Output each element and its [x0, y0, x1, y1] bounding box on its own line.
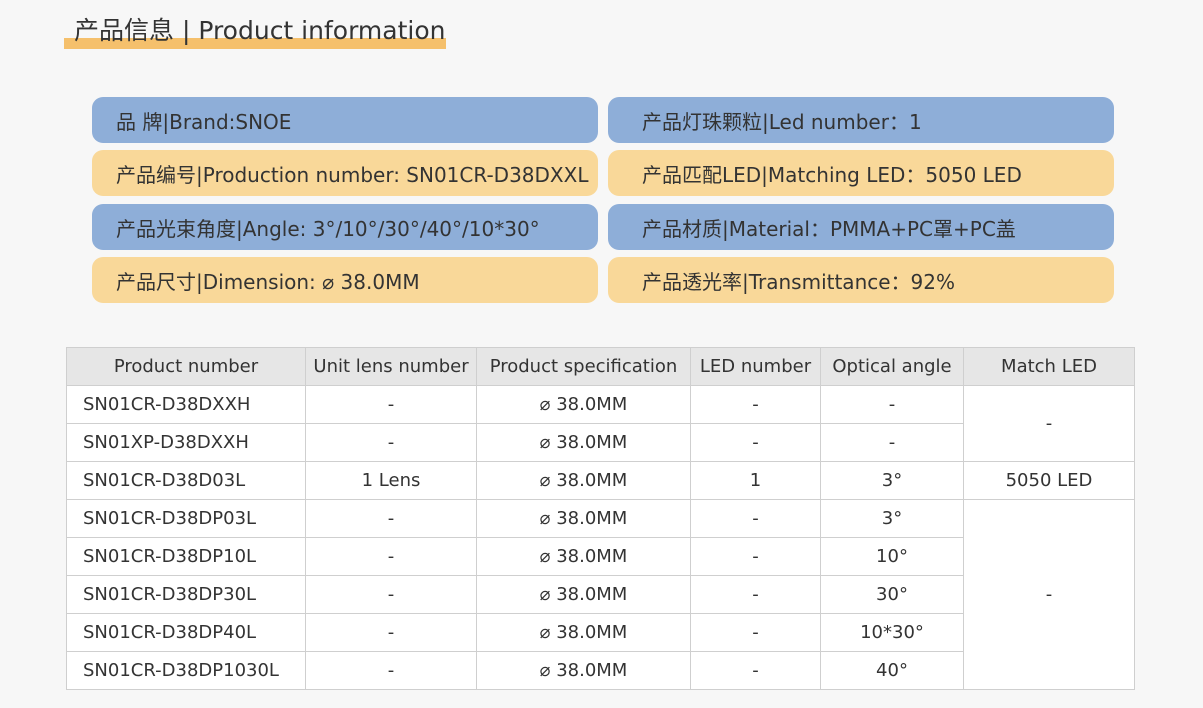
cell-specification: ⌀ 38.0MM	[476, 537, 691, 576]
cell-product-number: SN01CR-D38DXXH	[66, 385, 306, 424]
page-title: 产品信息 | Product information	[74, 16, 446, 45]
col-header-product-specification: Product specification	[476, 347, 691, 386]
col-header-optical-angle: Optical angle	[820, 347, 964, 386]
product-spec-table: Product number Unit lens number Product …	[66, 347, 1135, 690]
col-header-unit-lens-number: Unit lens number	[305, 347, 477, 386]
cell-specification: ⌀ 38.0MM	[476, 461, 691, 500]
cell-product-number: SN01XP-D38DXXH	[66, 423, 306, 462]
cell-led-number: -	[690, 385, 821, 424]
info-matching-led: 产品匹配LED|Matching LED：5050 LED	[608, 150, 1114, 196]
cell-led-number: -	[690, 499, 821, 538]
cell-optical-angle: 3°	[820, 499, 964, 538]
cell-specification: ⌀ 38.0MM	[476, 613, 691, 652]
cell-match-led: -	[963, 385, 1135, 462]
cell-unit-lens: -	[305, 499, 477, 538]
cell-led-number: -	[690, 423, 821, 462]
info-production-number: 产品编号|Production number: SN01CR-D38DXXL	[92, 150, 598, 196]
info-material: 产品材质|Material：PMMA+PC罩+PC盖	[608, 204, 1114, 250]
cell-led-number: -	[690, 613, 821, 652]
cell-optical-angle: 3°	[820, 461, 964, 500]
table-row: SN01CR-D38D03L 1 Lens ⌀ 38.0MM 1 3° 5050…	[66, 461, 1135, 500]
info-transmittance: 产品透光率|Transmittance：92%	[608, 257, 1114, 303]
cell-led-number: -	[690, 651, 821, 690]
cell-product-number: SN01CR-D38DP10L	[66, 537, 306, 576]
cell-optical-angle: 10*30°	[820, 613, 964, 652]
cell-product-number: SN01CR-D38DP1030L	[66, 651, 306, 690]
cell-led-number: 1	[690, 461, 821, 500]
col-header-led-number: LED number	[690, 347, 821, 386]
cell-optical-angle: 40°	[820, 651, 964, 690]
table-header-row: Product number Unit lens number Product …	[66, 347, 1135, 386]
cell-optical-angle: -	[820, 423, 964, 462]
cell-unit-lens: -	[305, 537, 477, 576]
cell-specification: ⌀ 38.0MM	[476, 385, 691, 424]
cell-product-number: SN01CR-D38DP40L	[66, 613, 306, 652]
table-row: SN01CR-D38DP03L - ⌀ 38.0MM - 3° -	[66, 499, 1135, 690]
cell-optical-angle: 30°	[820, 575, 964, 614]
info-dimension: 产品尺寸|Dimension: ⌀ 38.0MM	[92, 257, 598, 303]
cell-unit-lens: -	[305, 575, 477, 614]
cell-specification: ⌀ 38.0MM	[476, 423, 691, 462]
cell-specification: ⌀ 38.0MM	[476, 651, 691, 690]
cell-led-number: -	[690, 537, 821, 576]
cell-specification: ⌀ 38.0MM	[476, 575, 691, 614]
section-header: 产品信息 | Product information	[64, 14, 446, 49]
cell-unit-lens: -	[305, 385, 477, 424]
cell-unit-lens: 1 Lens	[305, 461, 477, 500]
cell-optical-angle: -	[820, 385, 964, 424]
cell-led-number: -	[690, 575, 821, 614]
cell-specification: ⌀ 38.0MM	[476, 499, 691, 538]
cell-product-number: SN01CR-D38DP03L	[66, 499, 306, 538]
info-angle: 产品光束角度|Angle: 3°/10°/30°/40°/10*30°	[92, 204, 598, 250]
col-header-product-number: Product number	[66, 347, 306, 386]
table-row: SN01CR-D38DXXH - ⌀ 38.0MM - - -	[66, 385, 1135, 462]
info-led-number: 产品灯珠颗粒|Led number：1	[608, 97, 1114, 143]
cell-optical-angle: 10°	[820, 537, 964, 576]
info-brand: 品 牌|Brand:SNOE	[92, 97, 598, 143]
cell-product-number: SN01CR-D38D03L	[66, 461, 306, 500]
cell-match-led: 5050 LED	[963, 461, 1135, 500]
cell-product-number: SN01CR-D38DP30L	[66, 575, 306, 614]
cell-unit-lens: -	[305, 613, 477, 652]
cell-unit-lens: -	[305, 651, 477, 690]
cell-unit-lens: -	[305, 423, 477, 462]
cell-match-led: -	[963, 499, 1135, 690]
col-header-match-led: Match LED	[963, 347, 1135, 386]
